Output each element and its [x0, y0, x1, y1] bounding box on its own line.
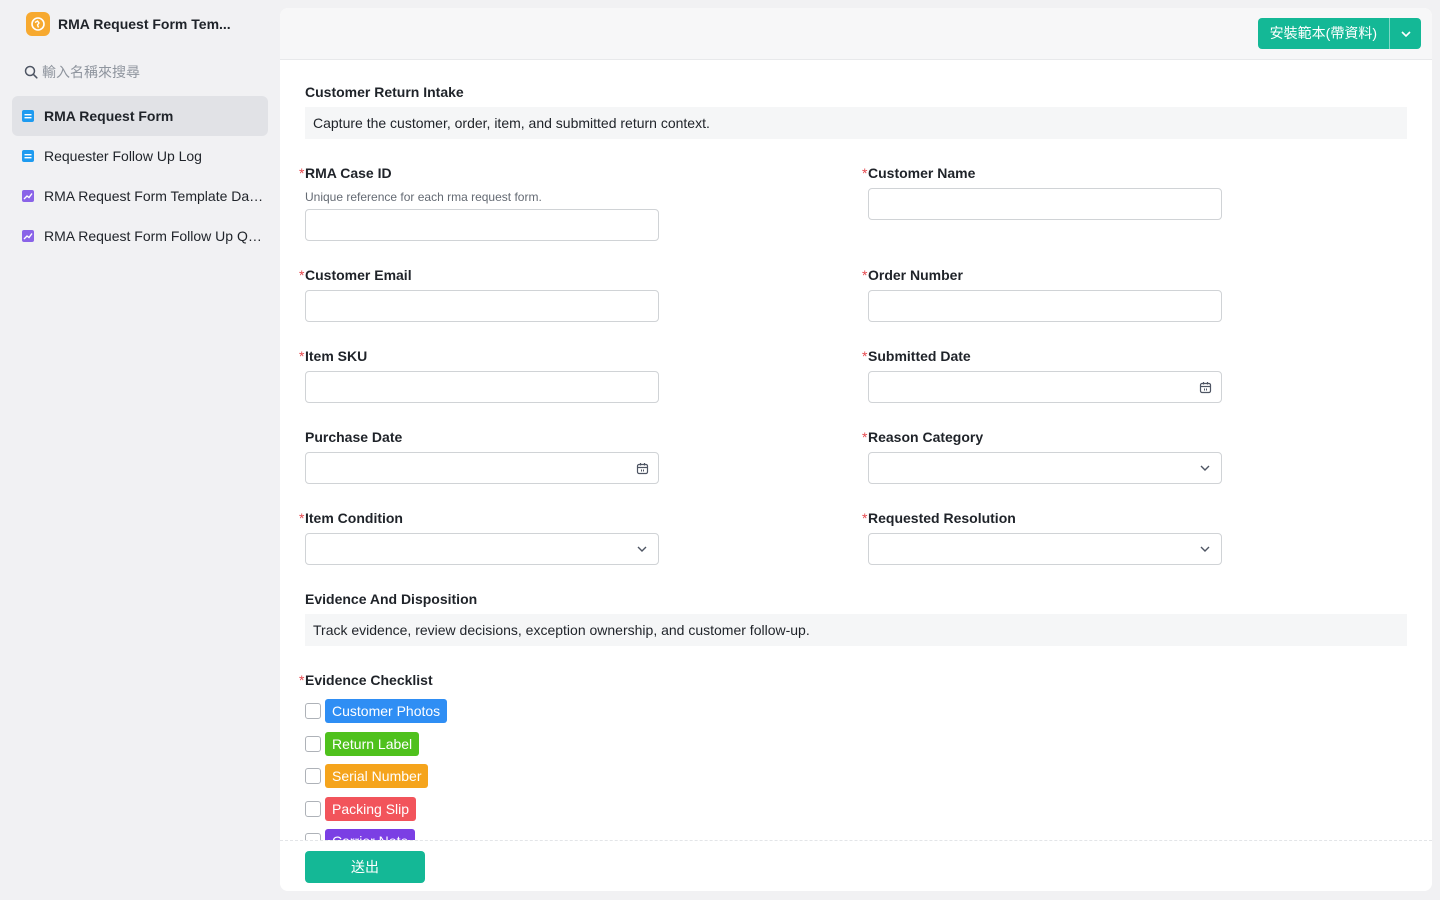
section-description: Capture the customer, order, item, and s… — [305, 107, 1407, 139]
option-tag: Customer Photos — [325, 699, 448, 723]
app-header: RMA Request Form Tem... — [26, 12, 231, 36]
chevron-down-icon — [635, 542, 649, 556]
main-panel: 安裝範本(帶資料) Customer Return Intake Capture… — [280, 8, 1432, 891]
form-icon — [20, 148, 36, 164]
form-icon — [20, 108, 36, 124]
form-footer: 送出 — [280, 840, 1432, 891]
field-label: Item SKU — [305, 348, 368, 364]
install-options-dropdown[interactable] — [1390, 18, 1421, 49]
field-label: RMA Case ID — [305, 165, 392, 181]
sidebar-nav: RMA Request Form Requester Follow Up Log… — [12, 96, 268, 256]
sidebar-item-label: RMA Request Form — [44, 108, 174, 124]
item-sku-input[interactable] — [305, 371, 659, 403]
checklist-option-packing-slip[interactable]: Packing Slip — [305, 797, 417, 821]
required-marker: * — [299, 672, 305, 688]
sidebar-item-rma-request-form[interactable]: RMA Request Form — [12, 96, 268, 136]
required-marker: * — [299, 348, 305, 364]
option-tag: Carrier Note — [325, 829, 416, 840]
order-number-input[interactable] — [868, 290, 1222, 322]
calendar-icon — [1198, 380, 1212, 394]
customer-email-input[interactable] — [305, 290, 659, 322]
field-label: Order Number — [868, 267, 963, 283]
checklist-option-customer-photos[interactable]: Customer Photos — [305, 699, 448, 723]
required-marker: * — [299, 165, 305, 181]
rma-case-id-input[interactable] — [305, 209, 659, 241]
checkbox[interactable] — [305, 833, 321, 840]
sidebar-item-label: RMA Request Form Follow Up Qu... — [44, 228, 264, 244]
required-marker: * — [862, 348, 868, 364]
app-title: RMA Request Form Tem... — [58, 16, 231, 32]
required-marker: * — [862, 165, 868, 181]
checkbox[interactable] — [305, 801, 321, 817]
submitted-date-picker[interactable] — [868, 371, 1222, 403]
checkbox[interactable] — [305, 703, 321, 719]
option-tag: Serial Number — [325, 764, 429, 788]
chevron-down-icon — [1198, 461, 1212, 475]
customer-name-input[interactable] — [868, 188, 1222, 220]
checkbox[interactable] — [305, 736, 321, 752]
field-label: Item Condition — [305, 510, 403, 526]
sidebar: RMA Request Form Tem... 輸入名稱來搜尋 RMA Requ… — [0, 0, 280, 900]
required-marker: * — [862, 510, 868, 526]
field-label: Purchase Date — [305, 429, 403, 445]
reason-category-select[interactable] — [868, 452, 1222, 484]
dashboard-icon — [20, 188, 36, 204]
checkbox[interactable] — [305, 768, 321, 784]
sidebar-item-template-dashboard[interactable]: RMA Request Form Template Das... — [12, 176, 268, 216]
app-logo-icon — [26, 12, 50, 36]
section-title: Evidence And Disposition — [305, 591, 478, 607]
option-tag: Return Label — [325, 732, 420, 756]
field-hint: Unique reference for each rma request fo… — [305, 190, 542, 204]
sidebar-item-follow-up-queue[interactable]: RMA Request Form Follow Up Qu... — [12, 216, 268, 256]
install-template-button-group: 安裝範本(帶資料) — [1257, 18, 1421, 49]
purchase-date-picker[interactable] — [305, 452, 659, 484]
calendar-icon — [635, 461, 649, 475]
search-input[interactable]: 輸入名稱來搜尋 — [42, 62, 140, 82]
required-marker: * — [299, 267, 305, 283]
submit-button[interactable]: 送出 — [305, 851, 425, 883]
sidebar-item-label: Requester Follow Up Log — [44, 148, 202, 164]
required-marker: * — [299, 510, 305, 526]
field-label: Customer Email — [305, 267, 412, 283]
required-marker: * — [862, 267, 868, 283]
field-label: Customer Name — [868, 165, 976, 181]
top-toolbar: 安裝範本(帶資料) — [280, 8, 1432, 60]
field-label: Requested Resolution — [868, 510, 1016, 526]
checklist-option-return-label[interactable]: Return Label — [305, 732, 420, 756]
field-label: Reason Category — [868, 429, 984, 445]
sidebar-item-requester-follow-up-log[interactable]: Requester Follow Up Log — [12, 136, 268, 176]
form-content: Customer Return Intake Capture the custo… — [280, 61, 1432, 840]
checklist-option-carrier-note[interactable]: Carrier Note — [305, 829, 416, 840]
search-box[interactable]: 輸入名稱來搜尋 — [24, 62, 140, 82]
item-condition-select[interactable] — [305, 533, 659, 565]
sidebar-item-label: RMA Request Form Template Das... — [44, 188, 264, 204]
chevron-down-icon — [1198, 542, 1212, 556]
dashboard-icon — [20, 228, 36, 244]
requested-resolution-select[interactable] — [868, 533, 1222, 565]
field-label: Evidence Checklist — [305, 672, 433, 688]
option-tag: Packing Slip — [325, 797, 417, 821]
search-icon — [24, 65, 38, 79]
required-marker: * — [862, 429, 868, 445]
section-description: Track evidence, review decisions, except… — [305, 614, 1407, 646]
section-title: Customer Return Intake — [305, 84, 464, 100]
chevron-down-icon — [1400, 30, 1411, 37]
field-label: Submitted Date — [868, 348, 971, 364]
checklist-option-serial-number[interactable]: Serial Number — [305, 764, 429, 788]
install-template-button[interactable]: 安裝範本(帶資料) — [1258, 18, 1390, 49]
